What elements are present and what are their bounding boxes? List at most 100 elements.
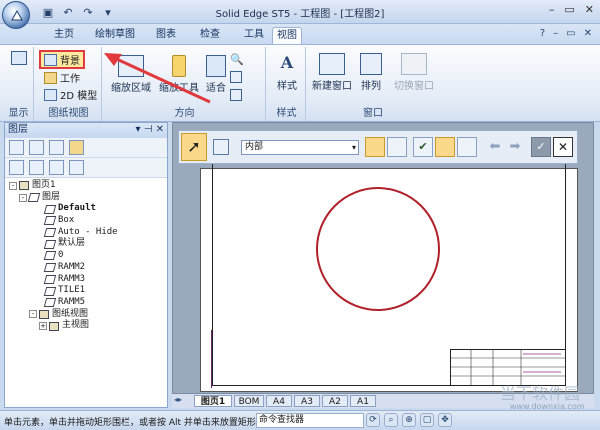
- tree-node[interactable]: 默认层: [5, 238, 167, 250]
- annotation-arrow: [104, 53, 211, 104]
- zoom-in-icon[interactable]: 🔍: [230, 53, 244, 66]
- group-display: 显示: [4, 47, 34, 121]
- minimize-button[interactable]: –: [549, 3, 555, 16]
- chevron-down-icon: ▾: [351, 143, 356, 152]
- panel-toolbar-bottom: [5, 158, 167, 178]
- hide-layer-icon[interactable]: [49, 160, 64, 175]
- new-window-button[interactable]: 新建窗口: [310, 53, 354, 92]
- tab-view[interactable]: 视图: [272, 27, 302, 44]
- zoom-area-icon[interactable]: ⊕: [402, 413, 416, 427]
- display-icon: [11, 51, 27, 65]
- tab-inspect[interactable]: 检查: [190, 27, 230, 44]
- tree-node[interactable]: - 图页1: [5, 180, 167, 192]
- tree-node[interactable]: + 主视图: [5, 320, 167, 332]
- color-tool-icon[interactable]: [69, 140, 84, 155]
- fit-view-icon[interactable]: ▢: [420, 413, 434, 427]
- command-finder-input[interactable]: 命令查找器: [256, 413, 364, 428]
- layers-tool-icon[interactable]: [49, 140, 64, 155]
- filter-icon[interactable]: [213, 139, 229, 155]
- window-title: Solid Edge ST5 - 工程图 - [工程图2]: [215, 9, 385, 20]
- pan-view-icon[interactable]: ✥: [438, 413, 452, 427]
- layer-dropdown[interactable]: 内部 ▾: [241, 140, 359, 155]
- tree-node[interactable]: 0: [5, 250, 167, 262]
- tree-node[interactable]: RAMM5: [5, 297, 167, 309]
- check-filter-icon[interactable]: ✔: [413, 137, 433, 157]
- tab-sketch[interactable]: 绘制草图: [88, 27, 142, 44]
- group-label: 样式: [276, 108, 297, 119]
- sheet-tab[interactable]: A3: [294, 395, 320, 407]
- group-style: A 样式 样式: [268, 47, 306, 121]
- sheet-icon: [19, 181, 29, 191]
- doc-minimize-button[interactable]: –: [553, 28, 558, 39]
- rect-select-icon[interactable]: [435, 137, 455, 157]
- layer-group-icon: [27, 193, 41, 203]
- background-button[interactable]: 背景: [39, 50, 85, 69]
- paint-tool-icon[interactable]: [387, 137, 407, 157]
- status-bar: 单击元素，单击并拖动矩形围栏，或者按 Alt 并单击来放置矩形 命令查找器 ⟳ …: [0, 410, 600, 430]
- switch-window-button[interactable]: 切换窗口: [392, 53, 436, 92]
- tree-node[interactable]: Default: [5, 203, 167, 215]
- accept-icon[interactable]: ✓: [531, 137, 551, 157]
- tree-node[interactable]: Box: [5, 215, 167, 227]
- maximize-button[interactable]: ▭: [564, 3, 574, 16]
- tree-node[interactable]: - 图层: [5, 192, 167, 204]
- tree-node[interactable]: Auto - Hide: [5, 227, 167, 239]
- panel-controls[interactable]: ▾ ⊣ ✕: [136, 123, 167, 138]
- close-button[interactable]: ✕: [585, 3, 594, 16]
- select-tool-button[interactable]: ➚: [181, 133, 207, 161]
- sheet-tab[interactable]: BOM: [234, 395, 264, 407]
- tree-node[interactable]: RAMM3: [5, 274, 167, 286]
- tab-chart[interactable]: 图表: [146, 27, 186, 44]
- refresh-icon[interactable]: ⟳: [366, 413, 380, 427]
- sheet-tab[interactable]: A4: [266, 395, 292, 407]
- window-controls: – ▭ ✕: [549, 3, 594, 16]
- doc-close-button[interactable]: ✕: [584, 28, 592, 39]
- layer-tree: - 图页1 - 图层 Default Box Auto - Hide 默认层 0 R…: [5, 178, 167, 332]
- collapse-icon[interactable]: -: [9, 181, 17, 190]
- application-button[interactable]: [2, 1, 30, 29]
- background-icon: [44, 53, 57, 66]
- group-window: 新建窗口 排列 切换窗口 窗口: [308, 47, 438, 121]
- layer-icon: [43, 263, 57, 273]
- collapse-icon[interactable]: -: [19, 193, 27, 202]
- tree-node[interactable]: RAMM2: [5, 262, 167, 274]
- tree-node[interactable]: TILE1: [5, 285, 167, 297]
- tab-home[interactable]: 主页: [44, 27, 84, 44]
- working-button[interactable]: 工作: [44, 70, 80, 85]
- style-button[interactable]: A 样式: [272, 53, 302, 92]
- cancel-icon[interactable]: ✕: [553, 137, 573, 157]
- doc-restore-button[interactable]: ▭: [566, 28, 575, 39]
- sheet-nav-arrows[interactable]: ◂▸: [174, 395, 182, 404]
- overlap-select-icon[interactable]: [457, 137, 477, 157]
- fill-tool-icon[interactable]: [365, 137, 385, 157]
- arrange-button[interactable]: 排列: [356, 53, 386, 92]
- view-icon: [49, 321, 59, 331]
- sheet-tab[interactable]: A1: [350, 395, 376, 407]
- group-label: 窗口: [363, 108, 383, 119]
- working-icon: [44, 71, 57, 84]
- display-button[interactable]: [6, 51, 32, 67]
- new-layer-icon[interactable]: [9, 160, 24, 175]
- sheet-tab[interactable]: A2: [322, 395, 348, 407]
- delete-layer-icon[interactable]: [69, 160, 84, 175]
- arrange-icon: [360, 53, 382, 75]
- sheet-tab[interactable]: 图页1: [194, 395, 232, 407]
- tab-tools[interactable]: 工具: [234, 27, 274, 44]
- rotate-icon[interactable]: [230, 89, 242, 101]
- arrow-left-icon[interactable]: ⬅: [485, 137, 505, 157]
- tree-node[interactable]: - 图纸视图: [5, 309, 167, 321]
- watermark-url: www.downxia.com: [510, 402, 585, 411]
- pan-icon[interactable]: [230, 71, 242, 83]
- panel-toolbar-top: [5, 138, 167, 158]
- status-message: 单击元素，单击并拖动矩形围栏，或者按 Alt 并单击来放置矩形: [4, 418, 256, 428]
- help-icon[interactable]: ?: [540, 28, 545, 39]
- arrow-right-icon[interactable]: ➡: [505, 137, 525, 157]
- select-tool-icon[interactable]: [29, 140, 44, 155]
- show-layer-icon[interactable]: [29, 160, 44, 175]
- layer-tool-icon[interactable]: [9, 140, 24, 155]
- drawn-circle[interactable]: [310, 180, 450, 320]
- collapse-icon[interactable]: -: [29, 310, 37, 319]
- zoom-icon[interactable]: ⌕: [384, 413, 398, 427]
- expand-icon[interactable]: +: [39, 322, 47, 331]
- model-2d-button[interactable]: 2D 模型: [44, 87, 97, 102]
